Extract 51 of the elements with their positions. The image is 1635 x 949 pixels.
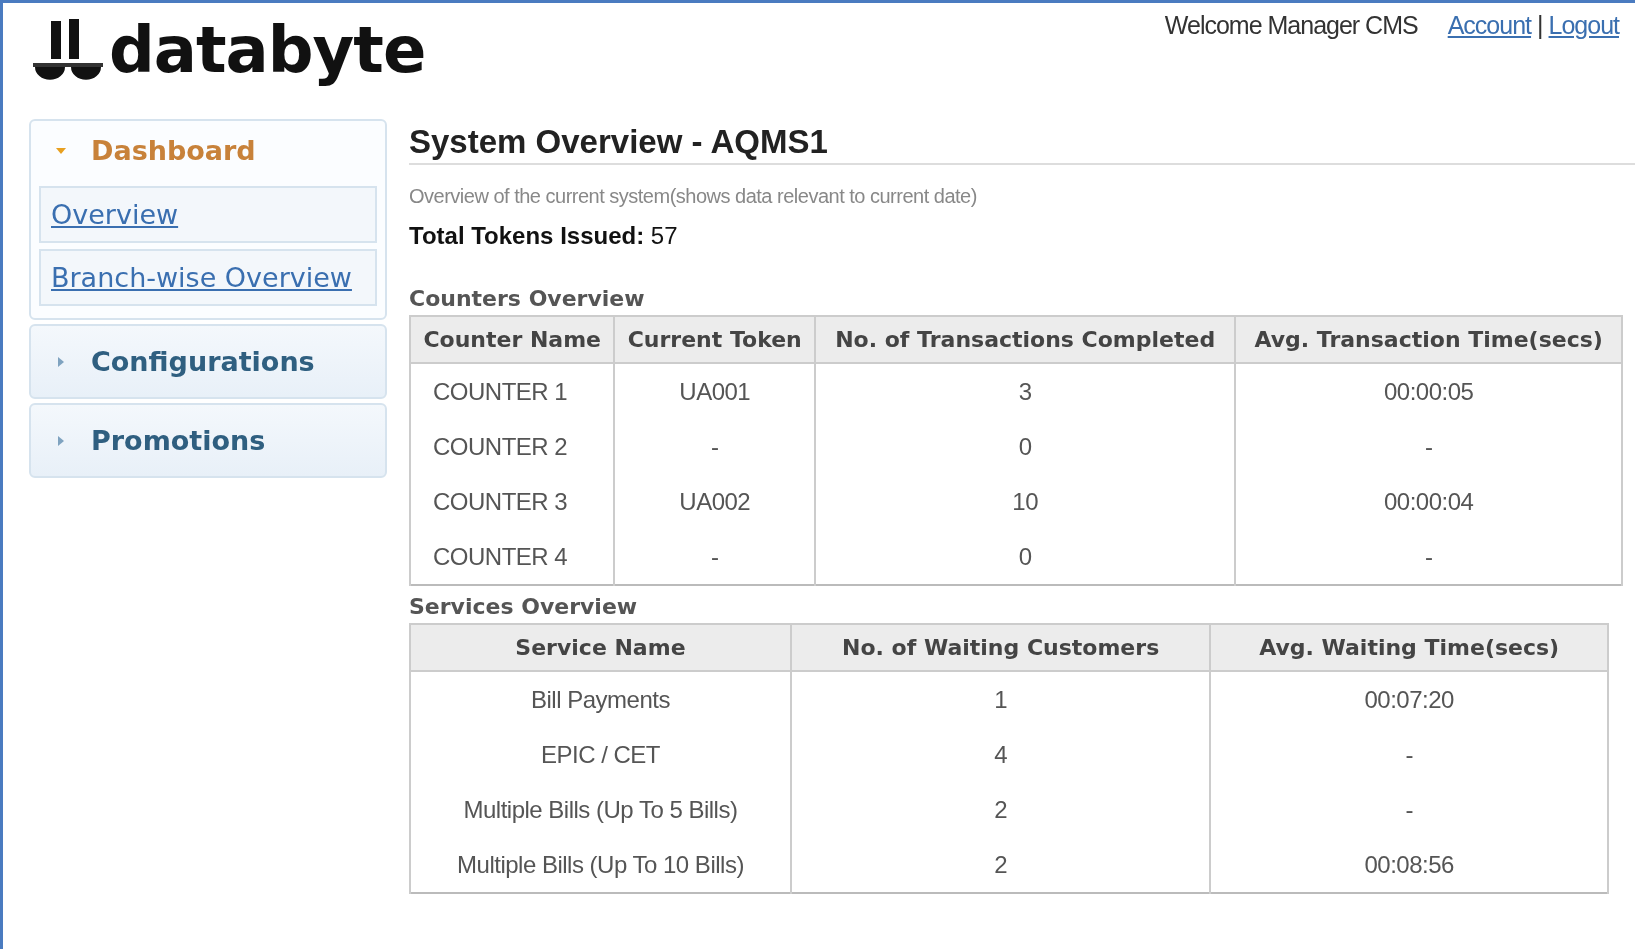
table-cell: Multiple Bills (Up To 10 Bills) — [410, 837, 791, 893]
table-cell: 00:00:04 — [1235, 474, 1622, 529]
logout-link[interactable]: Logout — [1548, 11, 1619, 40]
logo-icon — [31, 17, 105, 83]
table-cell: 2 — [790, 782, 1211, 837]
table-cell: UA002 — [614, 474, 816, 529]
column-header: Service Name — [410, 624, 791, 671]
table-cell: COUNTER 1 — [410, 363, 615, 419]
table-cell: Multiple Bills (Up To 5 Bills) — [410, 782, 791, 837]
table-cell: COUNTER 4 — [410, 529, 615, 585]
table-cell: - — [1210, 727, 1608, 782]
table-cell: 10 — [815, 474, 1236, 529]
column-header: Avg. Waiting Time(secs) — [1210, 624, 1608, 671]
table-cell: - — [1210, 782, 1608, 837]
sidebar-link[interactable]: Branch-wise Overview — [39, 249, 377, 306]
table-cell: COUNTER 3 — [410, 474, 615, 529]
column-header: Counter Name — [410, 316, 615, 363]
table-cell: - — [614, 529, 816, 585]
table-cell: 0 — [815, 419, 1236, 474]
total-tokens-text: Total Tokens Issued: 57 — [409, 222, 679, 250]
table-cell: Bill Payments — [410, 671, 791, 727]
section-heading: Counters Overview — [409, 286, 646, 311]
page-title: System Overview - AQMS1 — [409, 119, 1635, 165]
separator-text: | — [1537, 11, 1543, 40]
table-cell: - — [1235, 529, 1622, 585]
table-cell: UA001 — [614, 363, 816, 419]
table-cell: EPIC / CET — [410, 727, 791, 782]
column-header: Avg. Transaction Time(secs) — [1235, 316, 1622, 363]
column-header: No. of Transactions Completed — [815, 316, 1236, 363]
table-cell: - — [1235, 419, 1622, 474]
sidebar-section-header[interactable]: Dashboard — [39, 121, 377, 180]
section-heading: Services Overview — [409, 594, 639, 619]
page-subtitle: Overview of the current system(shows data relevant to current date) — [409, 185, 978, 208]
table-cell: 00:00:05 — [1235, 363, 1622, 419]
logo-text: databyte — [109, 13, 426, 87]
column-header: Current Token — [614, 316, 816, 363]
account-link[interactable]: Account — [1447, 11, 1532, 40]
welcome-text: Welcome Manager CMS — [1164, 11, 1418, 40]
table-cell: 4 — [790, 727, 1211, 782]
column-header: No. of Waiting Customers — [790, 624, 1211, 671]
table-cell: 3 — [815, 363, 1236, 419]
table-cell: 00:07:20 — [1210, 671, 1608, 727]
table-cell: 00:08:56 — [1210, 837, 1608, 893]
table-cell: - — [614, 419, 816, 474]
table-cell: 2 — [790, 837, 1211, 893]
sidebar-link[interactable]: Overview — [39, 186, 377, 243]
table-cell: COUNTER 2 — [410, 419, 615, 474]
table-cell: 0 — [815, 529, 1236, 585]
sidebar-section-header[interactable]: Promotions — [31, 405, 385, 476]
table-cell: 1 — [790, 671, 1211, 727]
sidebar-section-header[interactable]: Configurations — [31, 326, 385, 397]
